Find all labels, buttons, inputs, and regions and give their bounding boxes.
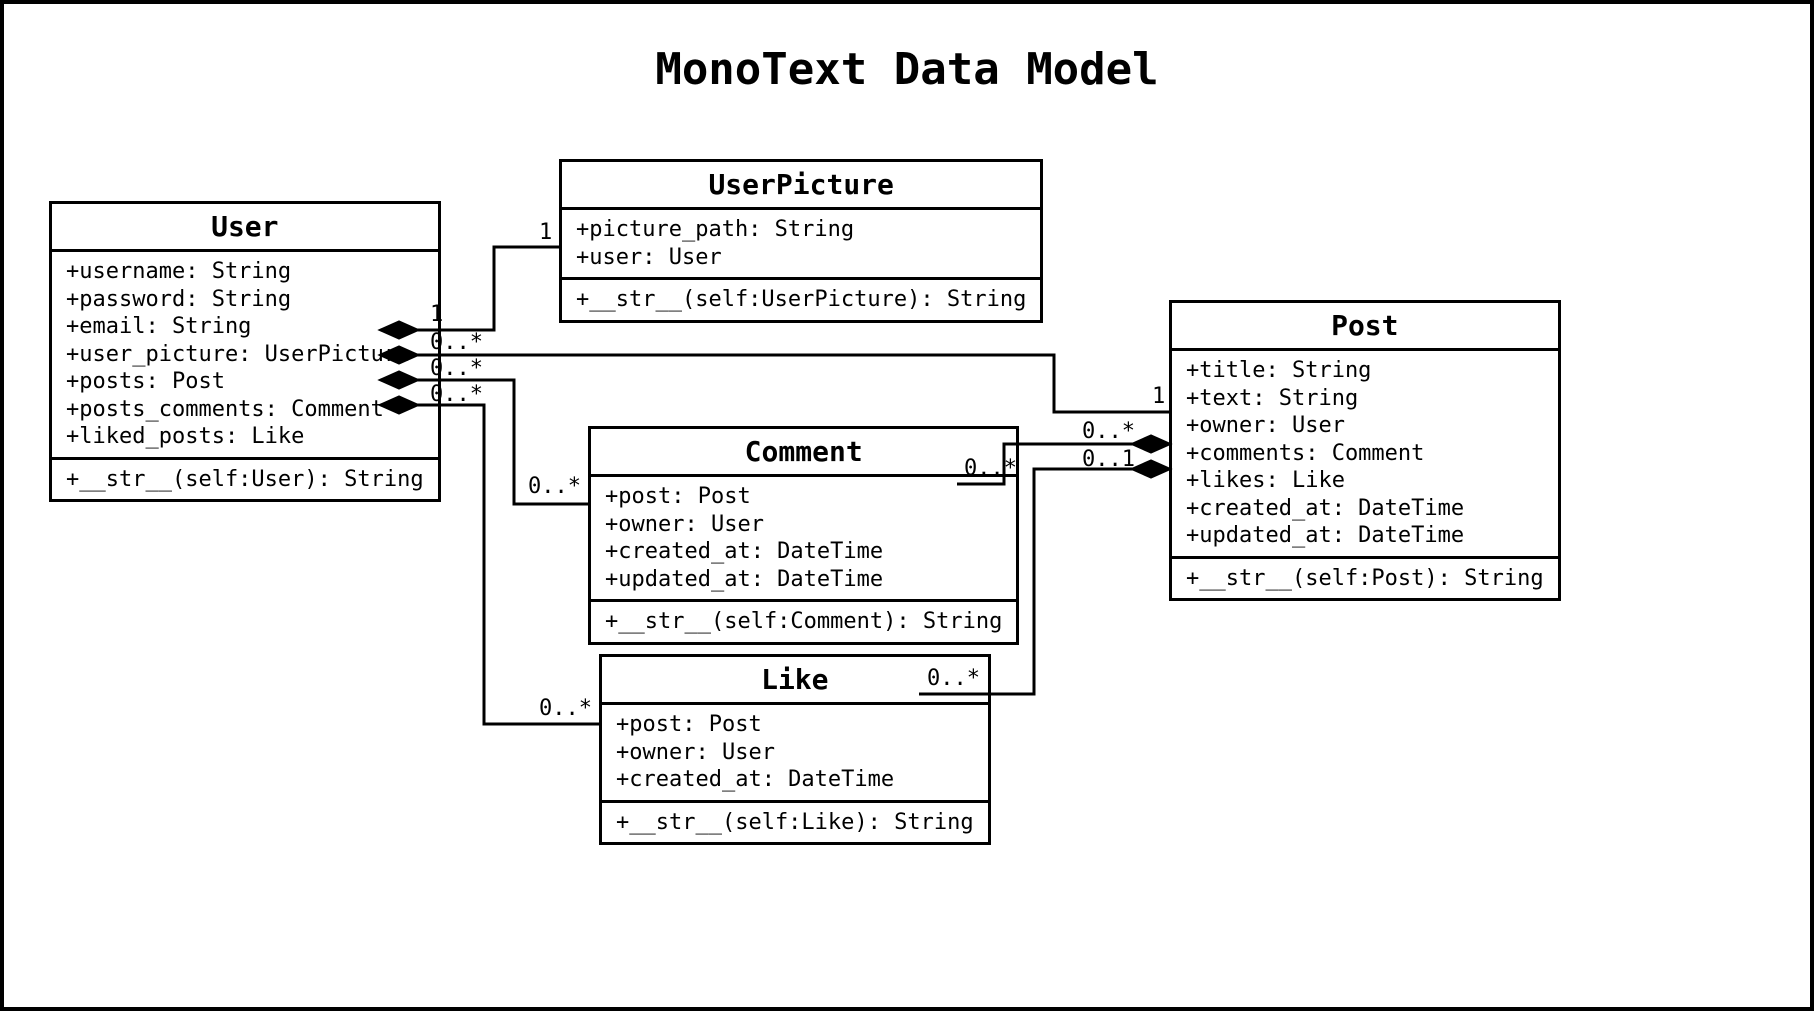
op: +__str__(self:Like): String: [616, 809, 974, 837]
mult-user-pic-2: 1: [539, 220, 552, 245]
attr: +created_at: DateTime: [616, 766, 974, 794]
line-user-post: [417, 355, 1169, 412]
attr: +likes: Like: [1186, 467, 1544, 495]
class-userpicture-ops: +__str__(self:UserPicture): String: [562, 280, 1040, 320]
op: +__str__(self:UserPicture): String: [576, 286, 1026, 314]
class-user-attrs: +username: String +password: String +ema…: [52, 252, 438, 460]
attr: +posts: Post: [66, 368, 424, 396]
mult-like-user: 0..*: [539, 696, 592, 721]
op: +__str__(self:Comment): String: [605, 608, 1002, 636]
attr: +owner: User: [1186, 412, 1544, 440]
mult-user-comments: 0..*: [430, 356, 483, 381]
class-like-attrs: +post: Post +owner: User +created_at: Da…: [602, 705, 988, 803]
class-user-name: User: [52, 204, 438, 252]
class-comment-ops: +__str__(self:Comment): String: [591, 602, 1016, 642]
mult-user-likes: 0..*: [430, 382, 483, 407]
mult-user-posts: 0..*: [430, 330, 483, 355]
class-userpicture-name: UserPicture: [562, 162, 1040, 210]
attr: +text: String: [1186, 385, 1544, 413]
attr: +posts_comments: Comment: [66, 396, 424, 424]
class-comment-name: Comment: [591, 429, 1016, 477]
attr: +user_picture: UserPicture: [66, 341, 424, 369]
attr: +owner: User: [616, 739, 974, 767]
attr: +updated_at: DateTime: [1186, 522, 1544, 550]
diamond-post-1: [1133, 436, 1169, 452]
class-post: Post +title: String +text: String +owner…: [1169, 300, 1561, 601]
op: +__str__(self:Post): String: [1186, 565, 1544, 593]
op: +__str__(self:User): String: [66, 466, 424, 494]
attr: +owner: User: [605, 511, 1002, 539]
attr: +created_at: DateTime: [1186, 495, 1544, 523]
attr: +email: String: [66, 313, 424, 341]
attr: +post: Post: [616, 711, 974, 739]
attr: +password: String: [66, 286, 424, 314]
class-post-ops: +__str__(self:Post): String: [1172, 559, 1558, 599]
attr: +title: String: [1186, 357, 1544, 385]
mult-comment-post: 0..*: [964, 456, 1017, 481]
class-userpicture: UserPicture +picture_path: String +user:…: [559, 159, 1043, 323]
mult-comment-user: 0..*: [528, 474, 581, 499]
mult-post-owner: 1: [1152, 384, 1165, 409]
class-post-name: Post: [1172, 303, 1558, 351]
class-user-ops: +__str__(self:User): String: [52, 460, 438, 500]
attr: +comments: Comment: [1186, 440, 1544, 468]
attr: +created_at: DateTime: [605, 538, 1002, 566]
class-like-ops: +__str__(self:Like): String: [602, 803, 988, 843]
mult-post-likes: 0..1: [1082, 447, 1135, 472]
attr: +liked_posts: Like: [66, 423, 424, 451]
class-comment: Comment +post: Post +owner: User +create…: [588, 426, 1019, 645]
attr: +user: User: [576, 244, 1026, 272]
attr: +updated_at: DateTime: [605, 566, 1002, 594]
mult-user-pic-1: 1: [430, 302, 443, 327]
class-post-attrs: +title: String +text: String +owner: Use…: [1172, 351, 1558, 559]
mult-like-post: 0..*: [927, 666, 980, 691]
diagram-frame: MonoText Data Model User +username: Stri…: [0, 0, 1814, 1011]
class-userpicture-attrs: +picture_path: String +user: User: [562, 210, 1040, 280]
class-comment-attrs: +post: Post +owner: User +created_at: Da…: [591, 477, 1016, 602]
class-user: User +username: String +password: String…: [49, 201, 441, 502]
line-user-like: [417, 405, 599, 724]
attr: +post: Post: [605, 483, 1002, 511]
attr: +picture_path: String: [576, 216, 1026, 244]
mult-post-comments: 0..*: [1082, 419, 1135, 444]
attr: +username: String: [66, 258, 424, 286]
diagram-title: MonoText Data Model: [4, 44, 1810, 95]
diamond-post-2: [1133, 461, 1169, 477]
